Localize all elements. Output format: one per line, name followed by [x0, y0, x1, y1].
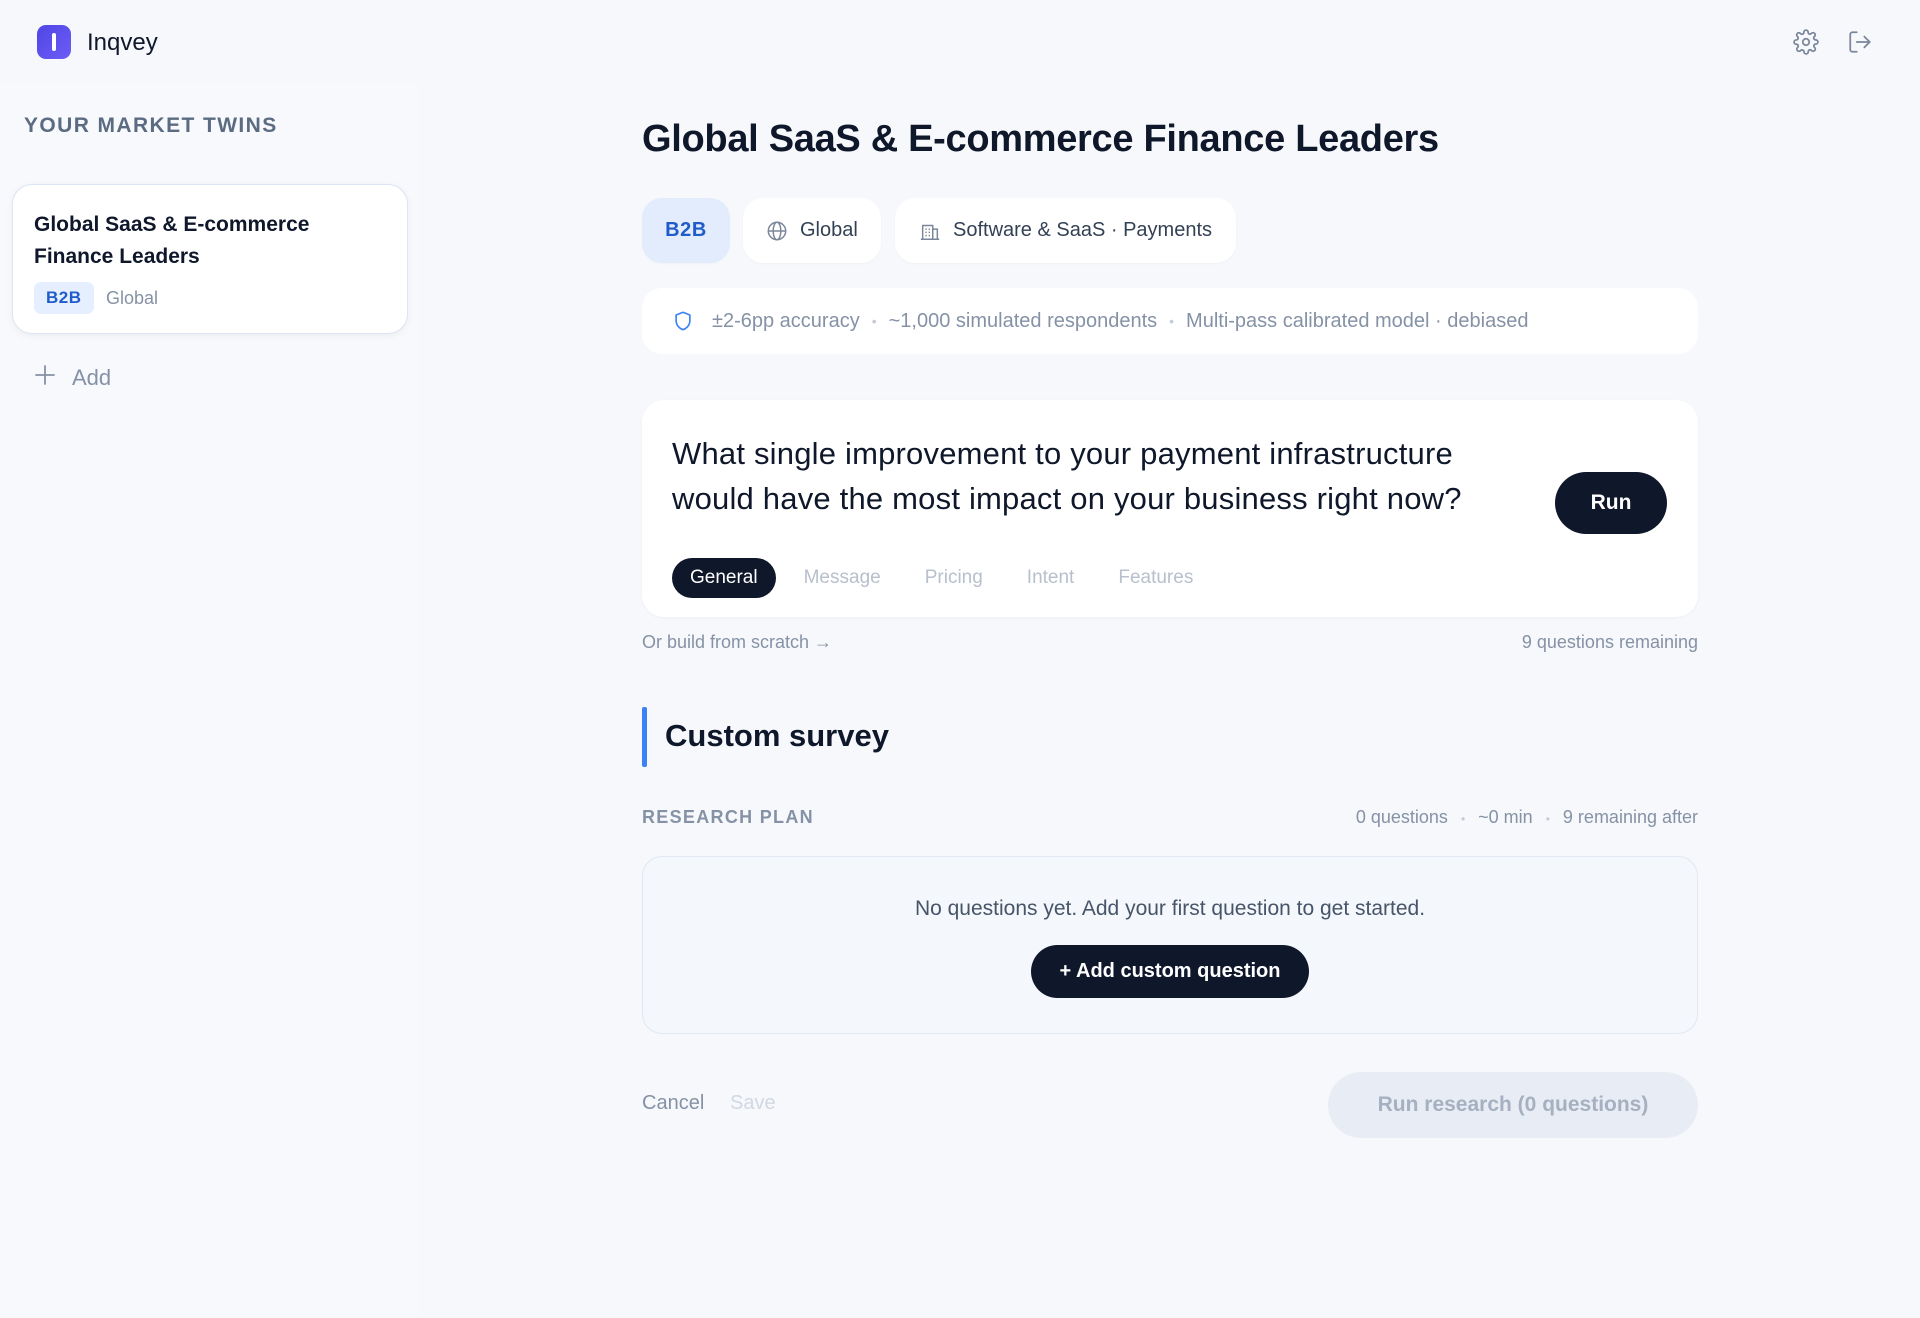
add-twin-button[interactable]: Add	[34, 362, 111, 394]
add-twin-label: Add	[72, 365, 112, 390]
industry-chip-label: Software & SaaS · Payments	[953, 219, 1213, 241]
gear-icon[interactable]	[1793, 29, 1819, 55]
twin-card[interactable]: Global SaaS & E-commerce Finance Leaders…	[12, 184, 408, 334]
tab-features[interactable]: Features	[1100, 558, 1211, 598]
plus-icon	[34, 364, 56, 392]
separator-dot: •	[871, 313, 877, 329]
section-title: Custom survey	[665, 718, 889, 753]
region-chip-label: Global	[800, 219, 858, 241]
question-text[interactable]: What single improvement to your payment …	[672, 431, 1532, 521]
build-from-scratch-link[interactable]: Or build from scratch →	[642, 632, 832, 653]
questions-remaining: 9 questions remaining	[1521, 632, 1698, 652]
remaining-after: 9 remaining after	[1562, 807, 1698, 827]
separator-dot: •	[1169, 313, 1175, 329]
tab-pricing[interactable]: Pricing	[907, 558, 1001, 598]
category-tabs: General Message Pricing Intent Features	[672, 558, 1219, 598]
region-chip[interactable]: Global	[743, 198, 881, 263]
sidebar: YOUR MARKET TWINS Global SaaS & E-commer…	[0, 84, 418, 1318]
research-plan-label: RESEARCH PLAN	[642, 807, 814, 827]
tab-message[interactable]: Message	[786, 558, 899, 598]
sidebar-title: YOUR MARKET TWINS	[24, 114, 278, 137]
industry-chip[interactable]: Software & SaaS · Payments	[895, 198, 1237, 263]
accuracy-text: ±2-6pp accuracy	[712, 309, 860, 332]
building-icon	[919, 220, 941, 242]
app-name: Inqvey	[87, 29, 158, 56]
save-button[interactable]: Save	[730, 1092, 776, 1115]
respondents-text: ~1,000 simulated respondents	[888, 309, 1158, 332]
research-plan-meta: 0 questions • ~0 min • 9 remaining after	[1356, 807, 1698, 828]
separator-dot: •	[1545, 812, 1550, 826]
question-count: 0 questions	[1355, 807, 1448, 827]
run-button[interactable]: Run	[1555, 472, 1667, 534]
accuracy-bar: ±2-6pp accuracy • ~1,000 simulated respo…	[642, 288, 1698, 354]
section-accent-bar	[642, 707, 647, 767]
add-custom-question-button[interactable]: + Add custom question	[1031, 945, 1309, 998]
run-research-button[interactable]: Run research (0 questions)	[1328, 1072, 1698, 1138]
separator-dot: •	[1460, 812, 1466, 826]
twin-type-badge: B2B	[34, 282, 94, 314]
cancel-button[interactable]: Cancel	[642, 1092, 704, 1115]
empty-plan-box: No questions yet. Add your first questio…	[642, 856, 1698, 1034]
logo-icon[interactable]	[37, 25, 71, 59]
globe-icon	[766, 220, 788, 242]
question-card: What single improvement to your payment …	[642, 400, 1698, 617]
tab-general[interactable]: General	[672, 558, 776, 598]
top-bar: Inqvey	[0, 0, 1920, 84]
tab-intent[interactable]: Intent	[1009, 558, 1093, 598]
empty-plan-text: No questions yet. Add your first questio…	[914, 897, 1426, 920]
twin-region: Global	[106, 288, 159, 308]
twin-name: Global SaaS & E-commerce Finance Leaders	[34, 213, 310, 268]
page-title: Global SaaS & E-commerce Finance Leaders	[642, 118, 1439, 160]
type-chip[interactable]: B2B	[642, 198, 730, 263]
model-text: Multi-pass calibrated model · debiased	[1186, 309, 1529, 332]
duration-estimate: ~0 min	[1478, 807, 1533, 827]
shield-icon	[672, 310, 694, 332]
logout-icon[interactable]	[1847, 29, 1873, 55]
